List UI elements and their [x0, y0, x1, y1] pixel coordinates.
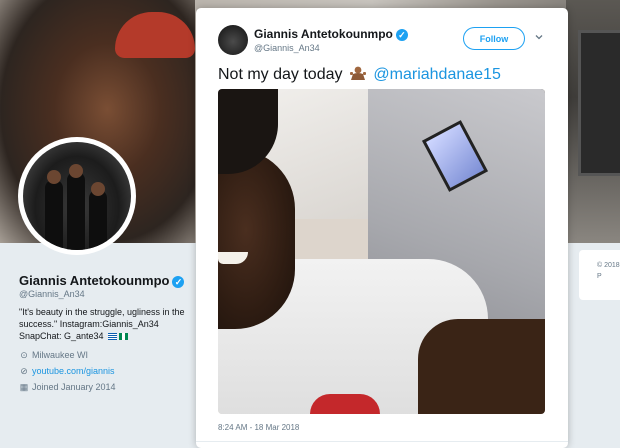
footer-card: © 2018 P: [579, 250, 620, 300]
profile-location: ⊙ Milwaukee WI: [19, 350, 88, 361]
profile-location-text: Milwaukee WI: [32, 350, 89, 360]
profile-bio: "It's beauty in the struggle, ugliness i…: [19, 306, 189, 342]
tweet-modal: Giannis Antetokounmpo ✓ @Giannis_An34 Fol…: [196, 8, 568, 448]
footer-link[interactable]: P: [597, 271, 620, 282]
profile-name[interactable]: Giannis Antetokounmpo ✓: [19, 273, 185, 288]
header-photo-tv: [578, 30, 620, 176]
calendar-icon: ▦: [19, 382, 29, 392]
profile-avatar[interactable]: [23, 142, 131, 250]
tweet-author-name[interactable]: Giannis Antetokounmpo ✓: [254, 27, 408, 41]
tweet-author-avatar[interactable]: [218, 25, 248, 55]
follow-button[interactable]: Follow: [463, 27, 525, 50]
tweet-author-name-text: Giannis Antetokounmpo: [254, 27, 393, 41]
photo-face: [218, 149, 295, 329]
greece-flag-icon: [108, 333, 118, 341]
link-icon: ⊘: [20, 366, 28, 376]
profile-website-link[interactable]: youtube.com/giannis: [32, 366, 115, 376]
profile-joined-text: Joined January 2014: [32, 382, 116, 392]
profile-handle[interactable]: @Giannis_An34: [19, 289, 85, 299]
footer-copyright: © 2018: [597, 262, 620, 269]
photo-red-object: [310, 394, 380, 414]
tweet-text-body: Not my day today: [218, 66, 343, 83]
tweet-photo[interactable]: [218, 89, 545, 414]
tweet-text: Not my day today @mariahdanae15: [218, 66, 501, 84]
verified-badge-icon: ✓: [395, 28, 408, 41]
divider: [196, 441, 568, 442]
person-shrugging-emoji: [349, 66, 366, 80]
tweet-mention-link[interactable]: @mariahdanae15: [373, 66, 500, 83]
location-pin-icon: ⊙: [20, 350, 28, 360]
profile-name-text: Giannis Antetokounmpo: [19, 273, 170, 288]
verified-badge-icon: ✓: [172, 275, 185, 288]
tweet-timestamp[interactable]: 8:24 AM - 18 Mar 2018: [218, 423, 299, 432]
profile-bio-text: "It's beauty in the struggle, ugliness i…: [19, 307, 185, 341]
photo-arm: [418, 319, 545, 414]
profile-joined: ▦ Joined January 2014: [19, 382, 116, 393]
chevron-down-icon[interactable]: [534, 32, 544, 42]
nigeria-flag-icon: [119, 333, 129, 341]
tweet-author-handle[interactable]: @Giannis_An34: [254, 43, 320, 53]
profile-website[interactable]: ⊘ youtube.com/giannis: [19, 366, 115, 377]
